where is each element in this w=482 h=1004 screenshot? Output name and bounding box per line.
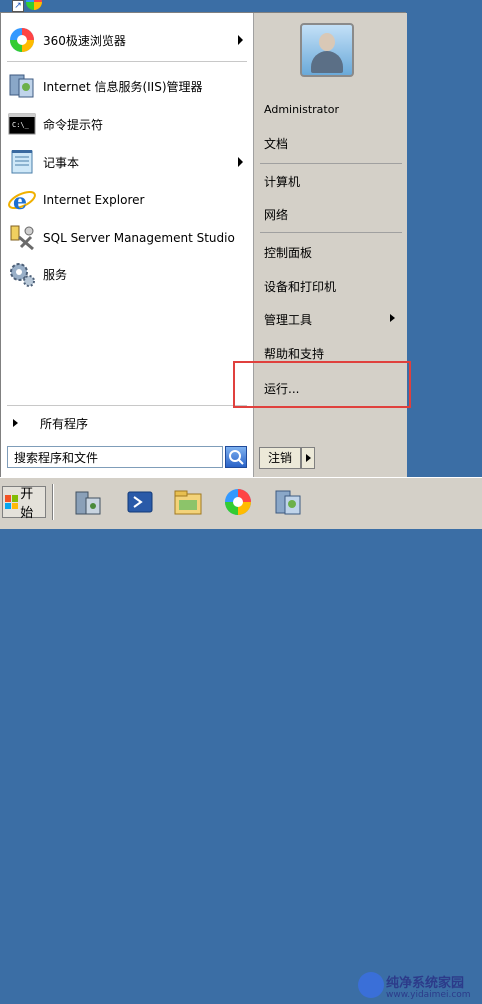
- start-button[interactable]: 开始: [2, 486, 46, 521]
- internet-explorer-icon: e: [7, 185, 39, 215]
- taskbar-explorer[interactable]: [166, 482, 210, 522]
- avatar-body: [311, 51, 343, 73]
- taskbar-iis-manager[interactable]: [266, 482, 310, 522]
- all-programs-label: 所有程序: [40, 416, 89, 431]
- logoff-button[interactable]: 注销: [259, 447, 301, 469]
- all-programs-button[interactable]: 所有程序: [1, 409, 253, 437]
- folder-icon: [174, 490, 202, 515]
- divider: [260, 232, 402, 233]
- start-label: 开始: [20, 487, 34, 521]
- taskbar-360-browser[interactable]: [216, 482, 260, 522]
- notepad-icon: [7, 147, 39, 177]
- divider: [7, 61, 247, 62]
- 360-browser-icon: [26, 0, 42, 10]
- program-label: Internet 信息服务(IIS)管理器: [43, 79, 203, 94]
- network-link[interactable]: 网络: [264, 206, 404, 228]
- svg-text:e: e: [13, 189, 27, 215]
- 360-browser-icon: [225, 489, 251, 515]
- svg-text:C:\_: C:\_: [12, 121, 30, 129]
- shutdown-options-button[interactable]: [301, 447, 315, 469]
- server-manager-icon: [75, 491, 101, 515]
- program-label: 命令提示符: [43, 117, 104, 132]
- watermark-url: www.yidaimei.com: [386, 990, 471, 1000]
- start-menu-places-pane: Administrator 文档 计算机 网络 控制面板 设备和打印机 管理工具…: [253, 13, 407, 478]
- devices-printers-link[interactable]: 设备和打印机: [264, 278, 404, 300]
- program-label: SQL Server Management Studio: [43, 231, 235, 245]
- watermark-title: 纯净系统家园: [386, 976, 465, 991]
- program-item-internet-explorer[interactable]: e Internet Explorer: [7, 185, 251, 215]
- sql-server-icon: [7, 223, 39, 253]
- start-menu-programs-pane: 360极速浏览器 Internet 信息服务(IIS)管理器 C:\_ 命令提示…: [1, 13, 253, 478]
- arrow-right-icon: [306, 454, 311, 462]
- program-label: 服务: [43, 267, 68, 282]
- program-item-command-prompt[interactable]: C:\_ 命令提示符: [7, 109, 251, 139]
- user-name-link[interactable]: Administrator: [264, 103, 404, 125]
- program-item-sql-server[interactable]: SQL Server Management Studio: [7, 223, 251, 253]
- control-panel-link[interactable]: 控制面板: [264, 244, 404, 266]
- command-prompt-icon: C:\_: [7, 109, 39, 139]
- program-label: Internet Explorer: [43, 193, 145, 207]
- taskbar-server-manager[interactable]: [66, 482, 110, 522]
- avatar-head: [319, 33, 335, 51]
- submenu-arrow-icon: [390, 314, 395, 322]
- program-item-360-browser[interactable]: 360极速浏览器: [7, 25, 251, 55]
- program-label: 记事本: [43, 155, 80, 170]
- iis-manager-icon: [275, 490, 301, 515]
- taskbar: 开始 纯净系统家园 www.yidaimei.com: [0, 477, 482, 1000]
- search-input[interactable]: 搜索程序和文件: [7, 446, 223, 468]
- submenu-arrow-icon: [238, 157, 243, 167]
- admin-tools-link[interactable]: 管理工具: [264, 311, 404, 333]
- search-icon[interactable]: [225, 446, 247, 468]
- shortcut-arrow-icon: ↗: [12, 0, 24, 12]
- user-avatar[interactable]: [300, 23, 354, 77]
- program-label: 360极速浏览器: [43, 33, 126, 48]
- program-item-notepad[interactable]: 记事本: [7, 147, 251, 177]
- iis-manager-icon: [7, 71, 39, 101]
- expand-arrow-icon: [13, 419, 18, 427]
- search-placeholder: 搜索程序和文件: [14, 451, 99, 465]
- program-item-services[interactable]: 服务: [7, 259, 251, 289]
- powershell-icon: [127, 491, 153, 513]
- computer-link[interactable]: 计算机: [264, 173, 404, 195]
- 360-browser-icon: [7, 25, 39, 55]
- divider: [260, 163, 402, 164]
- taskbar-powershell[interactable]: [118, 482, 162, 522]
- program-item-iis-manager[interactable]: Internet 信息服务(IIS)管理器: [7, 71, 251, 101]
- submenu-arrow-icon: [238, 35, 243, 45]
- watermark-logo-icon: [358, 972, 384, 998]
- windows-logo-icon: [5, 495, 19, 509]
- taskbar-divider: [52, 484, 54, 520]
- divider: [7, 405, 247, 406]
- desktop-shortcut-icon[interactable]: ↗: [12, 0, 42, 12]
- highlight-box: [233, 361, 411, 408]
- services-gear-icon: [7, 259, 39, 289]
- watermark-logo: 纯净系统家园 www.yidaimei.com: [356, 968, 482, 1004]
- documents-link[interactable]: 文档: [264, 135, 404, 157]
